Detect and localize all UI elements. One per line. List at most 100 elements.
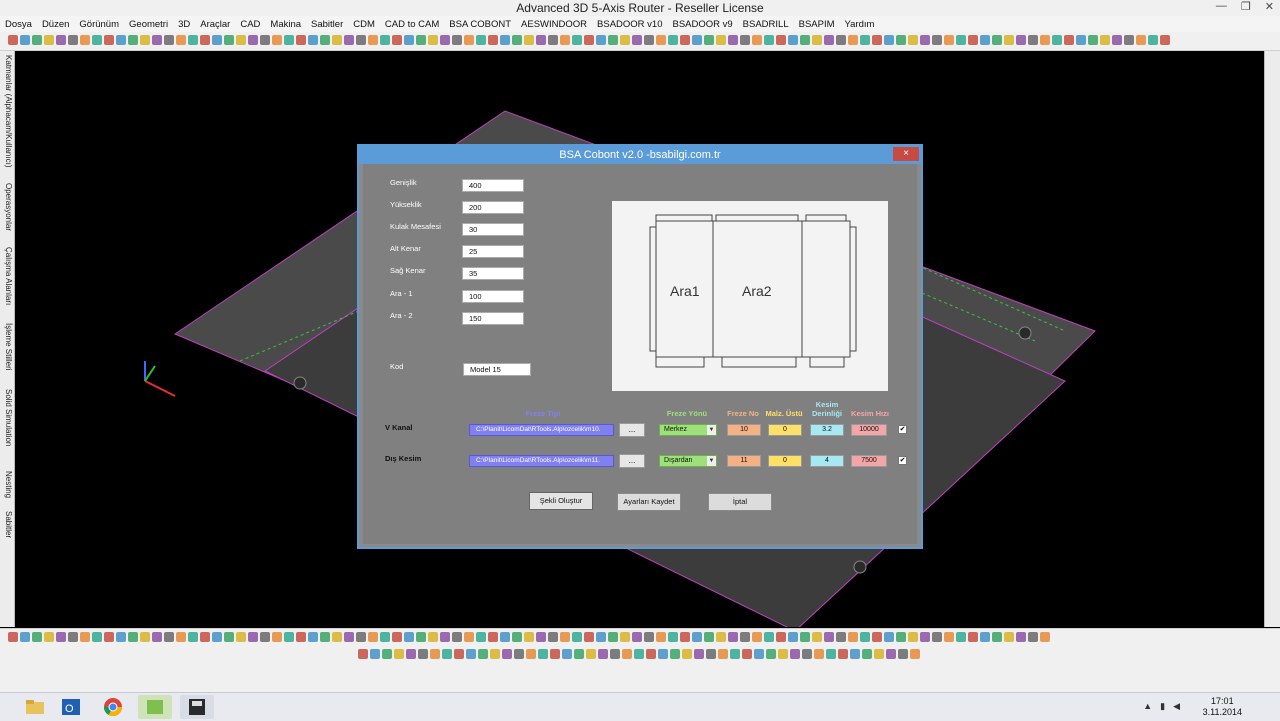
toolbar-tool-icon[interactable]: [632, 632, 642, 642]
toolbar-tool-icon[interactable]: [1148, 35, 1158, 45]
toolbar-tool-icon[interactable]: [454, 649, 464, 659]
tool-no-outer-cut[interactable]: 11: [727, 455, 761, 467]
toolbar-tool-icon[interactable]: [872, 632, 882, 642]
toolbar-tool-icon[interactable]: [596, 632, 606, 642]
toolbar-tool-icon[interactable]: [416, 35, 426, 45]
toolbar-tool-icon[interactable]: [646, 649, 656, 659]
toolbar-tool-icon[interactable]: [754, 649, 764, 659]
toolbar-tool-icon[interactable]: [908, 632, 918, 642]
toolbar-tool-icon[interactable]: [980, 632, 990, 642]
toolbar-tool-icon[interactable]: [8, 632, 18, 642]
toolbar-tool-icon[interactable]: [572, 35, 582, 45]
minimize-icon[interactable]: —: [1216, 0, 1227, 16]
toolbar-tool-icon[interactable]: [920, 35, 930, 45]
toolbar-tool-icon[interactable]: [908, 35, 918, 45]
toolbar-tool-icon[interactable]: [176, 35, 186, 45]
cancel-button[interactable]: İptal: [708, 493, 772, 511]
toolbar-tool-icon[interactable]: [140, 35, 150, 45]
toolbar-tool-icon[interactable]: [884, 35, 894, 45]
toolbar-tool-icon[interactable]: [860, 35, 870, 45]
toolbar-tool-icon[interactable]: [586, 649, 596, 659]
toolbar-tool-icon[interactable]: [404, 35, 414, 45]
menu-bsa-cobont[interactable]: BSA COBONT: [444, 19, 516, 30]
toolbar-tool-icon[interactable]: [152, 632, 162, 642]
toolbar-tool-icon[interactable]: [140, 632, 150, 642]
toolbar-tool-icon[interactable]: [716, 35, 726, 45]
toolbar-tool-icon[interactable]: [764, 35, 774, 45]
tool-no-v-channel[interactable]: 10: [727, 424, 761, 436]
browse-button-outer-cut[interactable]: ...: [619, 454, 645, 468]
toolbar-tool-icon[interactable]: [550, 649, 560, 659]
toolbar-tool-icon[interactable]: [260, 35, 270, 45]
toolbar-tool-icon[interactable]: [670, 649, 680, 659]
toolbar-tool-icon[interactable]: [32, 35, 42, 45]
toolbar-tool-icon[interactable]: [1052, 35, 1062, 45]
toolbar-tool-icon[interactable]: [368, 632, 378, 642]
tool-path-outer-cut[interactable]: C:\Planit\LicomDat\RTools.Alp\ozcelik\m1…: [469, 455, 614, 467]
toolbar-tool-icon[interactable]: [538, 649, 548, 659]
toolbar-tool-icon[interactable]: [1124, 35, 1134, 45]
toolbar-tool-icon[interactable]: [704, 632, 714, 642]
toolbar-tool-icon[interactable]: [1064, 35, 1074, 45]
input-code[interactable]: Model 15: [463, 363, 531, 376]
toolbar-tool-icon[interactable]: [1076, 35, 1086, 45]
direction-select-v-channel[interactable]: Merkez ▼: [659, 424, 717, 436]
toolbar-tool-icon[interactable]: [680, 632, 690, 642]
toolbar-tool-icon[interactable]: [1016, 35, 1026, 45]
toolbar-tool-icon[interactable]: [838, 649, 848, 659]
toolbar-tool-icon[interactable]: [476, 632, 486, 642]
toolbar-tool-icon[interactable]: [644, 35, 654, 45]
toolbar-tool-icon[interactable]: [850, 649, 860, 659]
toolbar-tool-icon[interactable]: [44, 35, 54, 45]
save-settings-button[interactable]: Ayarları Kaydet: [617, 493, 681, 511]
toolbar-tool-icon[interactable]: [332, 632, 342, 642]
menu-bsadrill[interactable]: BSADRILL: [738, 19, 794, 30]
toolbar-tool-icon[interactable]: [260, 632, 270, 642]
toolbar-tool-icon[interactable]: [716, 632, 726, 642]
menu-bsadoor-v9[interactable]: BSADOOR v9: [667, 19, 737, 30]
toolbar-tool-icon[interactable]: [512, 35, 522, 45]
toolbar-tool-icon[interactable]: [416, 632, 426, 642]
toolbar-tool-icon[interactable]: [394, 649, 404, 659]
toolbar-tool-icon[interactable]: [1040, 35, 1050, 45]
input-bottom-edge[interactable]: 25: [462, 245, 524, 258]
toolbar-tool-icon[interactable]: [752, 35, 762, 45]
toolbar-tool-icon[interactable]: [848, 632, 858, 642]
toolbar-tool-icon[interactable]: [320, 632, 330, 642]
toolbar-tool-icon[interactable]: [8, 35, 18, 45]
toolbar-tool-icon[interactable]: [272, 35, 282, 45]
toolbar-tool-icon[interactable]: [536, 35, 546, 45]
input-gap-1[interactable]: 100: [462, 290, 524, 303]
toolbar-tool-icon[interactable]: [860, 632, 870, 642]
toolbar-tool-icon[interactable]: [464, 35, 474, 45]
toolbar-tool-icon[interactable]: [956, 35, 966, 45]
toolbar-tool-icon[interactable]: [308, 35, 318, 45]
toolbar-tool-icon[interactable]: [572, 632, 582, 642]
toolbar-tool-icon[interactable]: [620, 632, 630, 642]
toolbar-tool-icon[interactable]: [368, 35, 378, 45]
toolbar-tool-icon[interactable]: [1088, 35, 1098, 45]
menu-gorunum[interactable]: Görünüm: [74, 19, 124, 30]
toolbar-tool-icon[interactable]: [682, 649, 692, 659]
toolbar-tool-icon[interactable]: [776, 632, 786, 642]
toolbar-tool-icon[interactable]: [812, 632, 822, 642]
toolbar-tool-icon[interactable]: [956, 632, 966, 642]
toolbar-tool-icon[interactable]: [944, 632, 954, 642]
tab-nesting[interactable]: Nesting: [1, 471, 13, 505]
tab-constants[interactable]: Sabitler: [1, 511, 13, 551]
toolbar-tool-icon[interactable]: [212, 632, 222, 642]
toolbar-tool-icon[interactable]: [488, 632, 498, 642]
toolbar-tool-icon[interactable]: [20, 35, 30, 45]
toolbar-tool-icon[interactable]: [728, 35, 738, 45]
toolbar-tool-icon[interactable]: [680, 35, 690, 45]
outlook-icon[interactable]: O: [54, 695, 88, 719]
toolbar-tool-icon[interactable]: [1028, 35, 1038, 45]
toolbar-tool-icon[interactable]: [968, 35, 978, 45]
toolbar-tool-icon[interactable]: [116, 35, 126, 45]
toolbar-tool-icon[interactable]: [56, 632, 66, 642]
toolbar-tool-icon[interactable]: [80, 632, 90, 642]
toolbar-tool-icon[interactable]: [332, 35, 342, 45]
toolbar-tool-icon[interactable]: [1100, 35, 1110, 45]
menu-araclar[interactable]: Araçlar: [195, 19, 235, 30]
toolbar-tool-icon[interactable]: [740, 35, 750, 45]
